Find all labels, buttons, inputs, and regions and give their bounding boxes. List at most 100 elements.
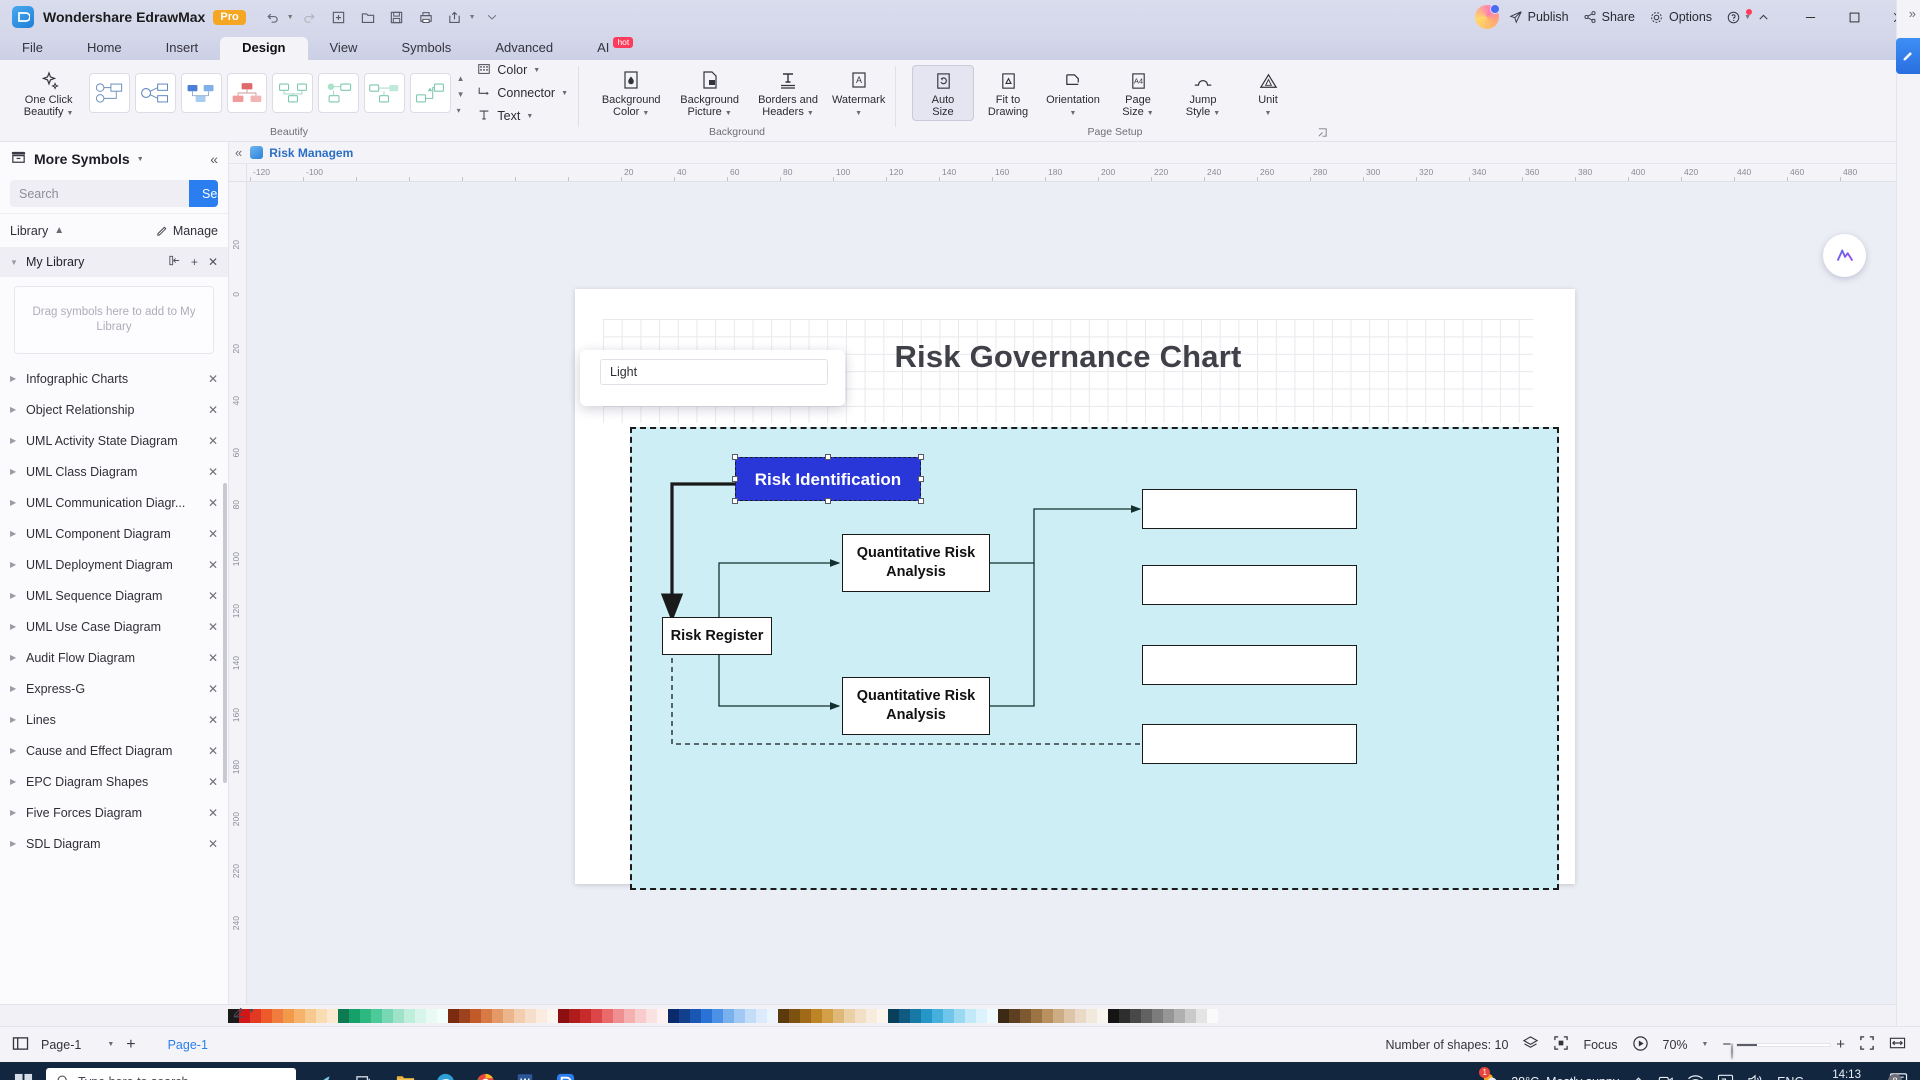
text-caret-icon[interactable]: ▼ <box>526 113 533 120</box>
save-icon[interactable] <box>384 5 410 29</box>
beautify-style-6[interactable] <box>318 73 360 113</box>
expand-icon[interactable]: ▶ <box>10 529 18 538</box>
remove-icon[interactable]: ✕ <box>208 403 218 417</box>
color-swatch[interactable] <box>844 1008 855 1023</box>
library-item-object-relationship[interactable]: ▶ Object Relationship ✕ <box>0 394 228 425</box>
remove-icon[interactable]: ✕ <box>208 806 218 820</box>
ribbon-collapse-icon[interactable] <box>1757 11 1770 24</box>
library-item-uml-component-diagram[interactable]: ▶ UML Component Diagram ✕ <box>0 518 228 549</box>
tab-symbols[interactable]: Symbols <box>379 37 473 60</box>
tab-file[interactable]: File <box>0 37 65 60</box>
search-button[interactable]: Search <box>189 180 218 207</box>
zoom-track[interactable] <box>1731 1042 1832 1059</box>
volume-icon[interactable] <box>1747 1073 1764 1080</box>
library-list[interactable]: ▶ Infographic Charts ✕ ▶ Object Relation… <box>0 363 228 1004</box>
zoom-caret-icon[interactable]: ▼ <box>1702 1041 1709 1048</box>
color-swatch[interactable] <box>723 1008 734 1023</box>
color-swatch[interactable] <box>756 1008 767 1023</box>
canvas-scroll-zone[interactable]: Risk Governance Chart Risk Identificatio… <box>247 182 1920 1004</box>
my-library-row[interactable]: ▼ My Library + ✕ <box>0 247 228 277</box>
gallery-up-icon[interactable]: ▲ <box>457 74 465 83</box>
zoom-out-button[interactable]: − <box>1722 1036 1731 1053</box>
minimize-button[interactable] <box>1788 0 1832 34</box>
light-value-field[interactable]: Light <box>600 359 828 385</box>
beautify-style-7[interactable] <box>364 73 405 113</box>
orientation-button[interactable]: Orientation ▼ <box>1042 66 1104 120</box>
color-swatch[interactable] <box>910 1008 921 1023</box>
color-swatch[interactable] <box>888 1008 899 1023</box>
color-swatch[interactable] <box>800 1008 811 1023</box>
page-selector-caret-icon[interactable]: ▼ <box>107 1041 114 1048</box>
library-scrollbar[interactable] <box>223 483 227 783</box>
node-quantitative-risk-analysis-bottom[interactable]: Quantitative Risk Analysis <box>842 677 990 735</box>
palette-picker-icon[interactable]: ▼ <box>232 1004 255 1018</box>
expand-icon[interactable]: ▶ <box>10 436 18 445</box>
start-button[interactable] <box>0 1073 46 1080</box>
publish-button[interactable]: Publish <box>1509 10 1569 24</box>
color-swatch[interactable] <box>1097 1008 1108 1023</box>
color-swatch[interactable] <box>591 1008 602 1023</box>
tab-advanced[interactable]: Advanced <box>473 37 575 60</box>
color-swatch[interactable] <box>580 1008 591 1023</box>
page-selector[interactable]: Page-1 ▼ <box>41 1038 114 1052</box>
color-swatch[interactable] <box>305 1008 316 1023</box>
watermark-button[interactable]: A Watermark ▼ <box>828 66 889 120</box>
expand-icon[interactable]: ▶ <box>10 777 18 786</box>
zoom-knob[interactable] <box>1731 1042 1734 1059</box>
zoom-level-label[interactable]: 70% <box>1663 1038 1688 1052</box>
color-swatch[interactable] <box>789 1008 800 1023</box>
remove-icon[interactable]: ✕ <box>208 465 218 479</box>
expand-icon[interactable]: ▶ <box>10 622 18 631</box>
clock[interactable]: 14:13 17-10-2023 <box>1817 1068 1876 1080</box>
color-swatch[interactable] <box>745 1008 756 1023</box>
open-icon[interactable] <box>355 5 381 29</box>
expand-icon[interactable]: ▶ <box>10 405 18 414</box>
weather-widget[interactable]: 1 28°C Mostly sunny <box>1479 1066 1619 1080</box>
expand-icon[interactable]: ▶ <box>10 591 18 600</box>
edraw-icon[interactable] <box>548 1065 582 1080</box>
node-empty-1[interactable] <box>1142 489 1357 529</box>
remove-icon[interactable]: ✕ <box>208 744 218 758</box>
color-swatch[interactable] <box>866 1008 877 1023</box>
color-swatch[interactable] <box>1130 1008 1141 1023</box>
fullscreen-icon[interactable] <box>1553 1035 1569 1054</box>
color-swatch[interactable] <box>536 1008 547 1023</box>
color-swatch[interactable] <box>657 1008 668 1023</box>
color-swatch[interactable] <box>492 1008 503 1023</box>
layers-icon[interactable] <box>1522 1035 1539 1054</box>
color-swatch[interactable] <box>932 1008 943 1023</box>
color-swatch[interactable] <box>371 1008 382 1023</box>
color-swatch[interactable] <box>404 1008 415 1023</box>
color-swatch[interactable] <box>382 1008 393 1023</box>
background-picture-caret-icon[interactable]: ▼ <box>725 110 732 117</box>
remove-icon[interactable]: ✕ <box>208 620 218 634</box>
my-library-expand-icon[interactable]: ▼ <box>10 258 18 267</box>
color-swatch[interactable] <box>514 1008 525 1023</box>
color-swatch[interactable] <box>1196 1008 1207 1023</box>
expand-icon[interactable]: ▶ <box>10 715 18 724</box>
tab-home[interactable]: Home <box>65 37 144 60</box>
color-swatch[interactable] <box>1207 1008 1218 1023</box>
gallery-more-icon[interactable]: ▾ <box>457 106 465 115</box>
color-menu-item[interactable]: Color ▼ <box>473 60 572 80</box>
help-icon[interactable]: ▼ <box>1726 8 1752 25</box>
color-swatch[interactable] <box>712 1008 723 1023</box>
color-swatch[interactable] <box>822 1008 833 1023</box>
manage-button[interactable]: Manage <box>156 224 218 238</box>
color-swatch[interactable] <box>679 1008 690 1023</box>
color-swatch[interactable] <box>624 1008 635 1023</box>
add-library-icon[interactable]: + <box>191 255 198 269</box>
container-box[interactable]: Risk Identification Quantitative Risk An… <box>630 427 1559 890</box>
library-item-uml-deployment-diagram[interactable]: ▶ UML Deployment Diagram ✕ <box>0 549 228 580</box>
library-item-express-g[interactable]: ▶ Express-G ✕ <box>0 673 228 704</box>
color-swatch[interactable] <box>976 1008 987 1023</box>
color-swatch[interactable] <box>1185 1008 1196 1023</box>
color-swatch[interactable] <box>327 1008 338 1023</box>
undo-caret-icon[interactable]: ▼ <box>287 14 294 21</box>
color-swatch[interactable] <box>701 1008 712 1023</box>
my-library-dropzone[interactable]: Drag symbols here to add to My Library <box>14 286 214 354</box>
color-swatch[interactable] <box>1042 1008 1053 1023</box>
color-swatch[interactable] <box>316 1008 327 1023</box>
text-menu-item[interactable]: Text ▼ <box>473 106 572 126</box>
right-rail-tool-button[interactable] <box>1896 38 1920 74</box>
